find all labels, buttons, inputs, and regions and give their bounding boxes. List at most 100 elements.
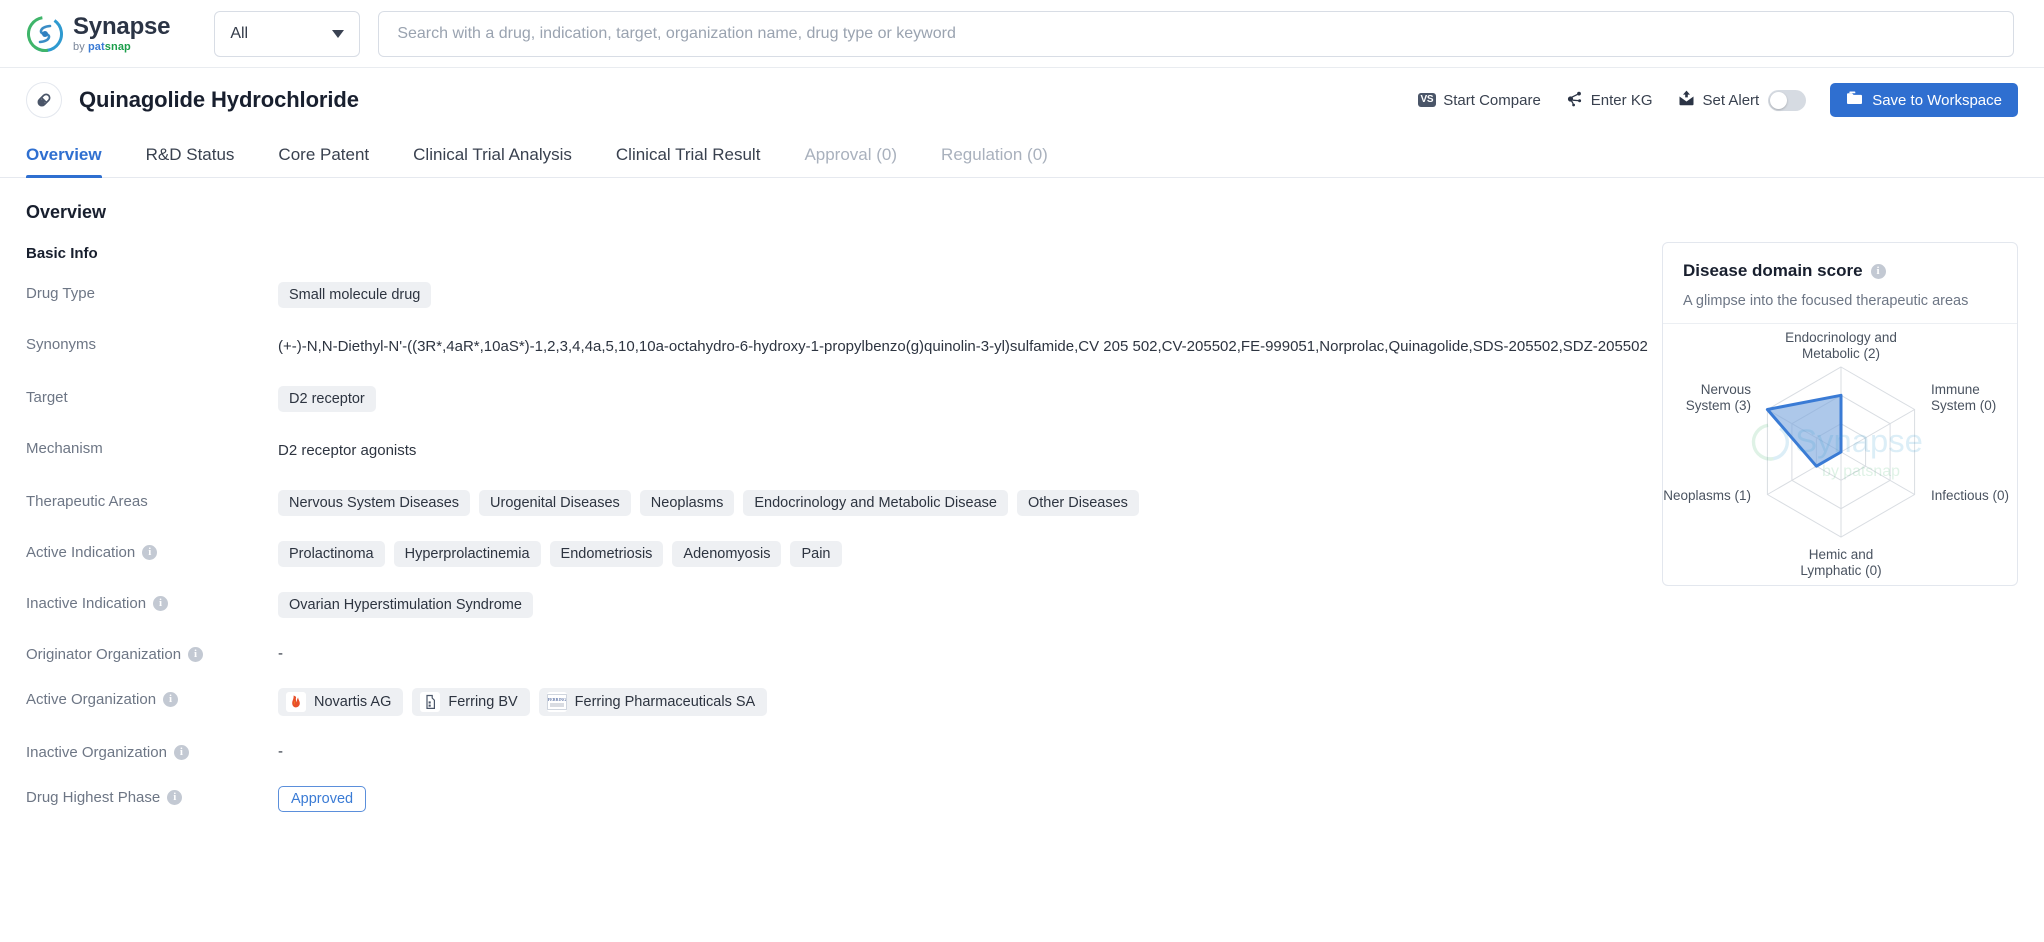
- radar-label-nervous: Nervous: [1701, 382, 1752, 397]
- radar-label-endocrinology-2: Metabolic (2): [1802, 346, 1880, 361]
- tag-item[interactable]: Endocrinology and Metabolic Disease: [743, 489, 1008, 516]
- info-icon[interactable]: i: [163, 691, 179, 707]
- field-drug-highest-phase: Drug Highest Phase i Approved: [26, 785, 2018, 812]
- organization-tag[interactable]: FERRING Ferring Pharmaceuticals SA: [538, 687, 768, 716]
- tab-clinical-trial-analysis[interactable]: Clinical Trial Analysis: [391, 145, 594, 177]
- header-actions: VS Start Compare Enter KG Set Alert Save…: [1417, 83, 2018, 117]
- empty-value: -: [278, 742, 283, 760]
- radar-label-nervous-2: System (3): [1686, 398, 1751, 413]
- field-originator-organization: Originator Organization i -: [26, 643, 2018, 663]
- synapse-logo-icon: [26, 15, 64, 53]
- brand-name: Synapse: [73, 12, 171, 40]
- tab-overview[interactable]: Overview: [26, 145, 124, 178]
- alert-bell-icon: [1677, 89, 1696, 112]
- field-label: Target: [26, 388, 68, 406]
- radar-label-infectious: Infectious (0): [1931, 488, 2009, 503]
- info-icon[interactable]: i: [142, 544, 158, 560]
- tag-item[interactable]: Urogenital Diseases: [479, 489, 631, 516]
- disease-domain-score-card: Disease domain score i A glimpse into th…: [1662, 242, 2018, 586]
- score-card-subtitle: A glimpse into the focused therapeutic a…: [1683, 293, 1969, 309]
- organization-name: Ferring Pharmaceuticals SA: [574, 693, 756, 710]
- ferring-logo-icon: FERRING: [546, 691, 567, 712]
- synapse-logo[interactable]: Synapse by patsnap: [26, 12, 171, 53]
- enter-kg-button[interactable]: Enter KG: [1565, 89, 1653, 112]
- tag-item[interactable]: D2 receptor: [278, 385, 376, 412]
- info-icon[interactable]: i: [188, 646, 204, 662]
- brand-tagline: by patsnap: [73, 40, 131, 53]
- status-badge[interactable]: Approved: [278, 785, 367, 812]
- tag-item[interactable]: Ovarian Hyperstimulation Syndrome: [278, 591, 533, 618]
- tag-list: Novartis AG Ferring BV FERRING Ferring P…: [278, 687, 2018, 716]
- drug-detail-tabs: Overview R&D Status Core Patent Clinical…: [0, 132, 2044, 178]
- radar-chart: Synapse by patsnap Endocrinology and Met…: [1663, 323, 2017, 585]
- radar-data-polygon: [1765, 393, 1843, 468]
- save-to-workspace-button[interactable]: Save to Workspace: [1830, 83, 2018, 117]
- set-alert-control[interactable]: Set Alert: [1677, 89, 1807, 112]
- field-label: Therapeutic Areas: [26, 492, 148, 510]
- search-scope-value: All: [230, 24, 249, 42]
- organization-name: Novartis AG: [314, 693, 392, 710]
- organization-name: Ferring BV: [448, 693, 518, 710]
- tab-regulation: Regulation (0): [941, 145, 1048, 164]
- radar-label-immune: Immune: [1931, 382, 1980, 397]
- field-label: Active Organization i: [26, 688, 278, 708]
- set-alert-toggle[interactable]: [1768, 89, 1807, 111]
- tag-item[interactable]: Prolactinoma: [278, 540, 385, 567]
- radar-label-hemic-2: Lymphatic (0): [1800, 563, 1881, 578]
- search-input[interactable]: [397, 24, 1995, 43]
- chevron-down-icon: [332, 29, 345, 38]
- overview-heading: Overview: [26, 202, 107, 222]
- field-inactive-organization: Inactive Organization i -: [26, 741, 2018, 761]
- field-label: Inactive Organization i: [26, 741, 278, 761]
- drug-header: Quinagolide Hydrochloride VS Start Compa…: [0, 68, 2044, 132]
- field-label: Active Indication i: [26, 541, 278, 561]
- field-value: -: [278, 643, 2018, 662]
- radar-label-endocrinology: Endocrinology and: [1785, 330, 1897, 345]
- tab-clinical-trial-result[interactable]: Clinical Trial Result: [594, 145, 783, 177]
- info-icon[interactable]: i: [167, 789, 183, 805]
- radar-label-neoplasms: Neoplasms (1): [1663, 488, 1751, 503]
- tag-item[interactable]: Nervous System Diseases: [278, 489, 471, 516]
- tag-list: Ovarian Hyperstimulation Syndrome: [278, 591, 2018, 618]
- info-icon[interactable]: i: [1870, 263, 1886, 279]
- info-icon[interactable]: i: [173, 744, 189, 760]
- field-active-organization: Active Organization i Novartis AG Ferrin…: [26, 687, 2018, 716]
- tag-item[interactable]: Endometriosis: [549, 540, 664, 567]
- field-value: Approved: [278, 785, 2018, 812]
- capsule-icon: [26, 82, 62, 118]
- tag-item[interactable]: Hyperprolactinemia: [393, 540, 541, 567]
- organization-tag[interactable]: Ferring BV: [412, 687, 530, 716]
- field-inactive-indication: Inactive Indication i Ovarian Hyperstimu…: [26, 591, 2018, 618]
- field-label: Mechanism: [26, 439, 103, 457]
- synapse-logo-text: Synapse by patsnap: [73, 12, 171, 53]
- folder-icon: [1846, 91, 1863, 110]
- tag-item[interactable]: Adenomyosis: [672, 540, 782, 567]
- field-label: Originator Organization i: [26, 643, 278, 663]
- start-compare-button[interactable]: VS Start Compare: [1417, 91, 1541, 109]
- empty-value: -: [278, 644, 283, 662]
- start-compare-label: Start Compare: [1443, 91, 1541, 109]
- search-scope-dropdown[interactable]: All: [214, 10, 361, 57]
- building-icon: [420, 691, 441, 712]
- tab-approval: Approval (0): [804, 145, 898, 164]
- tag-item[interactable]: Small molecule drug: [278, 282, 432, 308]
- global-top-bar: Synapse by patsnap All: [0, 0, 2044, 68]
- field-label: Drug Highest Phase i: [26, 786, 278, 806]
- tab-core-patent[interactable]: Core Patent: [256, 145, 391, 177]
- score-card-header: Disease domain score i A glimpse into th…: [1663, 243, 2017, 323]
- organization-tag[interactable]: Novartis AG: [278, 687, 404, 716]
- tag-item[interactable]: Pain: [790, 540, 842, 567]
- field-label: Drug Type: [26, 285, 95, 302]
- novartis-flame-logo-icon: [286, 691, 306, 712]
- field-value: Ovarian Hyperstimulation Syndrome: [278, 591, 2018, 618]
- save-to-workspace-label: Save to Workspace: [1872, 91, 2002, 109]
- tab-rd-status[interactable]: R&D Status: [124, 145, 257, 177]
- tag-item[interactable]: Neoplasms: [639, 489, 735, 516]
- tag-item[interactable]: Other Diseases: [1016, 489, 1139, 516]
- enter-kg-label: Enter KG: [1590, 91, 1653, 109]
- info-icon[interactable]: i: [153, 595, 169, 611]
- field-label: Synonyms: [26, 336, 97, 353]
- global-search-box[interactable]: [378, 10, 2014, 57]
- versus-icon: VS: [1417, 92, 1437, 108]
- knowledge-graph-icon: [1565, 89, 1584, 112]
